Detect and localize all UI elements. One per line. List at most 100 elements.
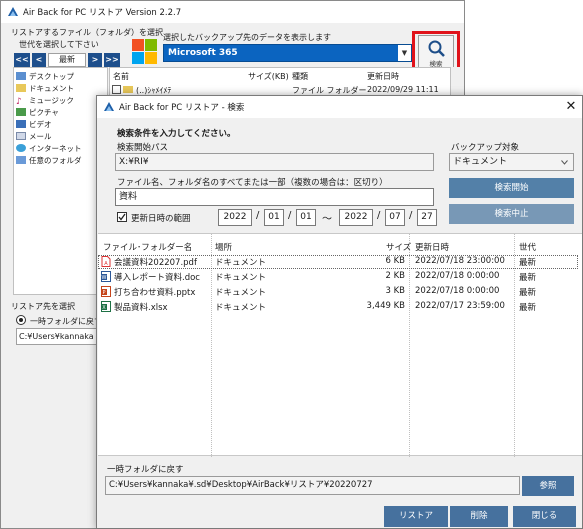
folder-icon bbox=[16, 156, 26, 164]
tree-item-pictures[interactable]: ピクチャ bbox=[16, 107, 59, 118]
date-separator: / bbox=[288, 210, 292, 221]
date-range-label: 更新日時の範囲 bbox=[131, 214, 191, 224]
browse-button[interactable]: 参照 bbox=[522, 476, 574, 496]
generation-first-button[interactable]: << bbox=[14, 53, 30, 67]
row-checkbox[interactable] bbox=[112, 85, 121, 94]
word-icon: W bbox=[101, 271, 111, 282]
tree-item-documents[interactable]: ドキュメント bbox=[16, 83, 74, 94]
row-location: ドキュメント bbox=[215, 258, 267, 268]
start-path-label: 検索開始パス bbox=[117, 143, 169, 153]
svg-text:X: X bbox=[102, 305, 106, 311]
start-path-field[interactable]: X:¥RI¥ bbox=[115, 153, 434, 171]
powerpoint-icon: P bbox=[101, 286, 111, 297]
chevron-down-icon bbox=[561, 160, 568, 165]
videos-icon bbox=[16, 120, 26, 128]
airback-app-icon bbox=[8, 7, 18, 16]
backup-destination-select[interactable]: Microsoft 365 ▼ bbox=[163, 44, 412, 62]
tree-item-desktop[interactable]: デスクトップ bbox=[16, 71, 74, 82]
dialog-title: Air Back for PC リストア - 検索 bbox=[119, 103, 245, 113]
column-size: サイズ(KB) bbox=[248, 72, 289, 81]
svg-text:W: W bbox=[102, 275, 107, 281]
column-location: 場所 bbox=[215, 243, 233, 253]
folder-icon bbox=[123, 86, 133, 93]
close-button[interactable]: 閉じる bbox=[513, 506, 576, 527]
svg-text:A: A bbox=[104, 261, 108, 267]
tree-item-music[interactable]: ♪ ミュージック bbox=[16, 95, 74, 107]
generation-last-button[interactable]: >> bbox=[104, 53, 120, 67]
tree-item-internet[interactable]: インターネット bbox=[16, 143, 82, 154]
row-updated: 2022/07/18 0:00:00 bbox=[415, 286, 500, 296]
search-dialog: Air Back for PC リストア - 検索 ✕ 検索条件を入力してくださ… bbox=[96, 95, 583, 529]
tree-item-videos[interactable]: ビデオ bbox=[16, 119, 52, 130]
row-name: 製品資料.xlsx bbox=[114, 303, 168, 313]
date-to-year[interactable]: 2022 bbox=[339, 209, 373, 226]
table-row[interactable]: W 導入レポート資料.doc ドキュメント 2 KB 2022/07/18 0:… bbox=[98, 270, 578, 284]
table-row[interactable]: A 会議資料202207.pdf ドキュメント 6 KB 2022/07/18 … bbox=[98, 255, 578, 269]
desktop-icon bbox=[16, 72, 26, 80]
search-results-list[interactable]: ファイル･フォルダー名 場所 サイズ 更新日時 世代 A 会議資料202207.… bbox=[98, 233, 582, 457]
row-size: 2 KB bbox=[385, 271, 405, 281]
backup-display-label: 選択したバックアップ先のデータを表示します bbox=[163, 33, 331, 42]
generation-label: 世代を選択して下さい bbox=[19, 40, 99, 49]
row-updated: 2022/07/18 23:00:00 bbox=[415, 256, 505, 266]
globe-icon bbox=[16, 144, 26, 152]
table-row[interactable]: X 製品資料.xlsx ドキュメント 3,449 KB 2022/07/17 2… bbox=[98, 300, 578, 314]
date-separator: / bbox=[256, 210, 260, 221]
generation-prev-button[interactable]: < bbox=[32, 53, 46, 67]
row-updated: 2022/07/17 23:59:00 bbox=[415, 301, 505, 311]
main-titlebar: Air Back for PC リストア Version 2.2.7 bbox=[1, 1, 464, 23]
name-filter-label: ファイル名、フォルダ名のすべてまたは一部（複数の場合は：区切り） bbox=[117, 178, 388, 188]
excel-icon: X bbox=[101, 301, 111, 312]
file-select-label: リストアするファイル（フォルダ）を選択 bbox=[11, 28, 163, 37]
column-updated: 更新日時 bbox=[415, 243, 450, 253]
file-row-updated: 2022/09/29 11:11 bbox=[367, 85, 439, 94]
backup-target-select[interactable]: ドキュメント bbox=[449, 153, 574, 171]
date-from-year[interactable]: 2022 bbox=[218, 209, 252, 226]
delete-button[interactable]: 削除 bbox=[450, 506, 508, 527]
checkmark-icon bbox=[118, 213, 126, 221]
date-from-month[interactable]: 01 bbox=[264, 209, 284, 226]
music-icon: ♪ bbox=[16, 97, 22, 107]
name-filter-input[interactable]: 資料 bbox=[115, 188, 434, 206]
chevron-down-icon: ▼ bbox=[398, 45, 411, 61]
date-separator: / bbox=[377, 210, 381, 221]
documents-icon bbox=[16, 84, 26, 92]
row-size: 3,449 KB bbox=[366, 301, 405, 311]
date-separator: / bbox=[409, 210, 413, 221]
date-to-day[interactable]: 27 bbox=[417, 209, 437, 226]
column-file-folder-name: ファイル･フォルダー名 bbox=[103, 243, 193, 253]
row-size: 6 KB bbox=[385, 256, 405, 266]
column-type: 種類 bbox=[292, 72, 308, 81]
magnifier-icon bbox=[428, 40, 445, 57]
dialog-titlebar: Air Back for PC リストア - 検索 ✕ bbox=[97, 96, 582, 118]
microsoft-logo-icon bbox=[132, 39, 157, 64]
restore-button[interactable]: リストア bbox=[384, 506, 448, 527]
pictures-icon bbox=[16, 108, 26, 116]
column-updated: 更新日時 bbox=[367, 72, 399, 81]
generation-next-button[interactable]: > bbox=[88, 53, 102, 67]
folder-tree[interactable]: デスクトップ ドキュメント ♪ ミュージック ピクチャ ビデオ メール インターネ… bbox=[13, 67, 108, 295]
mail-icon bbox=[16, 132, 26, 140]
date-from-day[interactable]: 01 bbox=[296, 209, 316, 226]
tree-item-mail[interactable]: メール bbox=[16, 131, 52, 142]
search-start-button[interactable]: 検索開始 bbox=[449, 178, 574, 198]
row-name: 打ち合わせ資料.pptx bbox=[114, 288, 196, 298]
backup-target-label: バックアップ対象 bbox=[451, 143, 520, 153]
generation-current[interactable]: 最新 bbox=[48, 53, 86, 67]
column-size: サイズ bbox=[386, 243, 412, 253]
restore-option-label: 一時フォルダに戻す bbox=[30, 317, 102, 326]
date-to-month[interactable]: 07 bbox=[385, 209, 405, 226]
search-button[interactable]: 検索 bbox=[418, 35, 454, 68]
restore-folder-label: 一時フォルダに戻す bbox=[107, 465, 184, 475]
row-location: ドキュメント bbox=[215, 288, 267, 298]
tree-item-custom-folder[interactable]: 任意のフォルダ bbox=[16, 155, 82, 166]
search-stop-button[interactable]: 検索中止 bbox=[449, 204, 574, 224]
row-generation: 最新 bbox=[519, 303, 537, 313]
restore-path-field[interactable]: C:¥Users¥kannaka bbox=[16, 328, 98, 345]
column-name: 名前 bbox=[113, 72, 129, 81]
date-range-checkbox[interactable] bbox=[117, 212, 127, 222]
restore-folder-path[interactable]: C:¥Users¥kannaka¥.sd¥Desktop¥AirBack¥リスト… bbox=[105, 476, 520, 495]
close-icon[interactable]: ✕ bbox=[563, 99, 579, 115]
restore-option-radio[interactable] bbox=[16, 315, 26, 325]
table-row[interactable]: P 打ち合わせ資料.pptx ドキュメント 3 KB 2022/07/18 0:… bbox=[98, 285, 578, 299]
